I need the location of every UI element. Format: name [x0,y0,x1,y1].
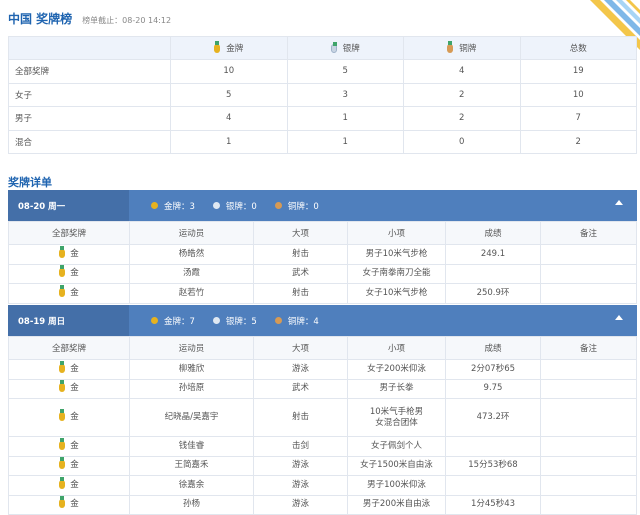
table-row: 金 孙培原 武术 男子长拳 9.75 [8,378,637,399]
gold-count: 金牌：3 [164,201,195,212]
silver-dot-icon [212,317,220,324]
medal-detail-table: 全部奖牌 运动员 大项 小项 成绩 备注 金 杨皓然 射击 男子10米气步枪 2… [8,221,637,304]
day-header[interactable]: 08-20 周一 金牌：3 银牌：0 铜牌：0 [8,190,637,221]
table-row: 金 赵若竹 射击 女子10米气步枪 250.9环 [8,283,637,304]
table-row: 金 王简嘉禾 游泳 女子1500米自由泳 15分53秒68 [8,455,637,476]
medal-detail-table: 全部奖牌 运动员 大项 小项 成绩 备注 金 柳雅欣 游泳 女子200米仰泳 2… [8,336,637,515]
col-sport: 大项 [253,221,348,245]
bronze-count: 铜牌：0 [287,201,319,212]
gold-medal-icon [59,360,66,373]
col-note: 备注 [540,221,637,245]
summary-header-gold: 金牌 [170,36,288,60]
gold-medal-icon [214,41,221,53]
summary-gold: 4 [170,106,288,131]
bronze-dot-icon [274,317,282,324]
table-row: 金 汤霞 武术 女子南拳南刀全能 [8,263,637,284]
silver-dot-icon [212,202,220,209]
silver-count: 银牌：0 [225,201,257,212]
summary-row: 女子 5 3 2 10 [8,82,637,107]
gold-medal-icon [59,457,66,470]
summary-bronze: 2 [403,106,521,131]
col-athlete: 运动员 [129,221,254,245]
col-result: 成绩 [445,336,541,360]
summary-header-row: 金牌 银牌 铜牌 总数 [8,36,637,60]
summary-total: 7 [519,106,637,131]
summary-row: 混合 1 1 0 2 [8,129,637,154]
gold-medal-icon [59,437,66,450]
gold-count: 金牌：7 [164,316,195,327]
update-time: 榜单截止：08-20 14:12 [82,16,172,25]
silver-count: 银牌：5 [225,316,257,327]
col-result: 成绩 [445,221,541,245]
day-date: 08-20 周一 [8,190,129,221]
detail-header-row: 全部奖牌 运动员 大项 小项 成绩 备注 [8,336,637,360]
medal-summary-table: 金牌 银牌 铜牌 总数 全部奖牌 10 5 4 19 女子 5 3 2 10 男… [8,36,637,154]
collapse-arrow-icon[interactable] [615,200,623,205]
page-title: 中国 奖牌榜 [8,12,73,26]
day-medal-counts: 金牌：3 银牌：0 铜牌：0 [129,200,337,212]
summary-category: 男子 [8,106,171,131]
summary-header-category [8,36,171,60]
day-block: 08-19 周日 金牌：7 银牌：5 铜牌：4 全部奖牌 运动员 大项 小项 成… [8,305,637,515]
col-event: 小项 [347,221,446,245]
bronze-medal-icon [447,41,454,53]
gold-dot-icon [151,202,158,209]
summary-row: 全部奖牌 10 5 4 19 [8,59,637,84]
gold-medal-icon [59,245,66,258]
col-medal: 全部奖牌 [8,221,130,245]
col-medal: 全部奖牌 [8,336,130,360]
bronze-count: 铜牌：4 [287,316,319,327]
summary-gold: 10 [170,59,288,84]
gold-medal-icon [59,496,66,509]
summary-gold: 1 [170,129,288,154]
summary-total: 10 [519,82,637,107]
summary-total: 2 [519,129,637,154]
page-header: 中国 奖牌榜 榜单截止：08-20 14:12 [8,10,171,28]
col-event: 小项 [347,336,446,360]
summary-silver: 3 [286,82,404,107]
day-block: 08-20 周一 金牌：3 银牌：0 铜牌：0 全部奖牌 运动员 大项 小项 成… [8,190,637,304]
summary-gold: 5 [170,82,288,107]
gold-medal-icon [59,409,66,421]
summary-header-total: 总数 [519,36,637,60]
table-row: 金 杨皓然 射击 男子10米气步枪 249.1 [8,244,637,265]
gold-dot-icon [151,317,158,324]
summary-row: 男子 4 1 2 7 [8,106,637,131]
summary-silver: 1 [286,129,404,154]
details-section-title: 奖牌详单 [8,176,52,189]
day-medal-counts: 金牌：7 银牌：5 铜牌：4 [129,315,337,327]
table-row: 金 孙杨 游泳 男子200米自由泳 1分45秒43 [8,494,637,515]
summary-bronze: 0 [403,129,521,154]
table-row: 金 徐嘉余 游泳 男子100米仰泳 [8,475,637,496]
summary-silver: 1 [286,106,404,131]
col-note: 备注 [540,336,637,360]
summary-header-silver: 银牌 [286,36,404,60]
summary-bronze: 2 [403,82,521,107]
summary-category: 混合 [8,129,171,154]
day-date: 08-19 周日 [8,305,129,336]
detail-header-row: 全部奖牌 运动员 大项 小项 成绩 备注 [8,221,637,245]
summary-category: 全部奖牌 [8,59,171,84]
col-athlete: 运动员 [129,336,254,360]
day-header[interactable]: 08-19 周日 金牌：7 银牌：5 铜牌：4 [8,305,637,336]
gold-medal-icon [59,380,66,393]
summary-silver: 5 [286,59,404,84]
summary-header-bronze: 铜牌 [403,36,521,60]
summary-category: 女子 [8,82,171,107]
gold-medal-icon [59,476,66,489]
collapse-arrow-icon[interactable] [615,315,623,320]
bronze-dot-icon [274,202,282,209]
col-sport: 大项 [253,336,348,360]
gold-medal-icon [59,284,66,297]
table-row: 金 钱佳睿 击剑 女子佩剑个人 [8,436,637,457]
table-row: 金 纪晓晶/吴嘉宇 射击 10米气手枪男女混合团体 473.2环 [8,398,637,437]
gold-medal-icon [59,265,66,278]
summary-bronze: 4 [403,59,521,84]
table-row: 金 柳雅欣 游泳 女子200米仰泳 2分07秒65 [8,359,637,380]
summary-total: 19 [519,59,637,84]
silver-medal-icon [330,42,337,53]
